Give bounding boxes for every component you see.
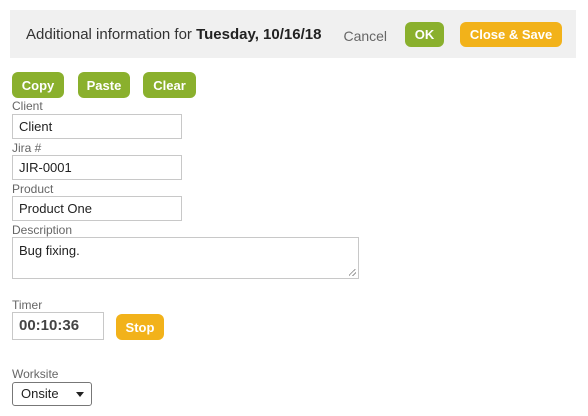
stop-button[interactable]: Stop: [116, 314, 164, 340]
description-textarea[interactable]: Bug fixing.: [12, 237, 359, 279]
dialog-header: Additional information for Tuesday, 10/1…: [10, 10, 576, 58]
copy-button[interactable]: Copy: [12, 72, 64, 98]
timer-label: Timer: [12, 298, 43, 312]
timer-display: 00:10:36: [12, 312, 104, 340]
close-and-save-button[interactable]: Close & Save: [460, 22, 562, 47]
cancel-link[interactable]: Cancel: [343, 28, 387, 44]
jira-input[interactable]: JIR-0001: [12, 155, 182, 180]
description-text: Bug fixing.: [19, 243, 80, 258]
product-label: Product: [12, 182, 54, 196]
product-input[interactable]: Product One: [12, 196, 182, 221]
worksite-selected-value: Onsite: [21, 386, 59, 401]
client-input[interactable]: Client: [12, 114, 182, 139]
client-label: Client: [12, 99, 43, 113]
worksite-label: Worksite: [12, 367, 59, 381]
paste-button[interactable]: Paste: [78, 72, 130, 98]
chevron-down-icon: [76, 392, 84, 397]
worksite-select[interactable]: Onsite: [12, 382, 92, 406]
jira-label: Jira #: [12, 141, 42, 155]
resize-handle-icon[interactable]: [349, 269, 356, 276]
dialog-title-prefix: Additional information for: [26, 25, 197, 43]
ok-button[interactable]: OK: [405, 22, 444, 47]
clear-button[interactable]: Clear: [143, 72, 196, 98]
description-label: Description: [12, 223, 73, 237]
dialog-title-date: Tuesday, 10/16/18: [196, 25, 322, 43]
dialog-title: Additional information for Tuesday, 10/1…: [26, 26, 321, 43]
